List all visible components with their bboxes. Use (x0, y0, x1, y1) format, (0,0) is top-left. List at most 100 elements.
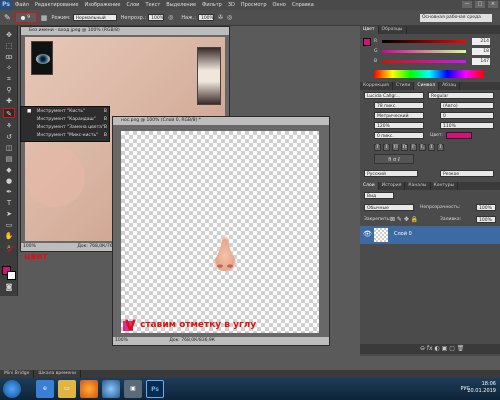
ie-icon[interactable]: e (36, 380, 54, 398)
green-value[interactable]: 18 (472, 48, 490, 55)
opentype-fi-icon[interactable]: fi σ ℓ (374, 154, 414, 164)
lasso-tool-icon[interactable]: ꝏ (3, 52, 15, 62)
gradient-tool-icon[interactable]: ▤ (3, 154, 15, 164)
fill-field[interactable]: 100% (476, 216, 496, 223)
menu-layers[interactable]: Слои (126, 2, 139, 8)
maximize-button[interactable]: □ (475, 1, 485, 8)
red-value[interactable]: 214 (472, 38, 490, 45)
blur-tool-icon[interactable]: ◆ (3, 165, 15, 175)
menu-text[interactable]: Текст (145, 2, 160, 8)
green-bar[interactable] (382, 50, 466, 53)
green-slider[interactable]: G 18 (374, 48, 494, 55)
eyedropper-tool-icon[interactable]: ⚲ (3, 85, 15, 95)
baseline-field[interactable]: 0 пикс. (374, 132, 424, 139)
faux-bold-button[interactable]: T (374, 144, 381, 151)
pen-tool-icon[interactable]: ✒ (3, 187, 15, 197)
workspace-select[interactable]: Основная рабочая среда (420, 14, 492, 22)
tab-paths[interactable]: Контуры (431, 182, 459, 190)
start-button[interactable] (3, 380, 21, 398)
document-tab-nose[interactable]: нос.png @ 100% (Слой 0, RGB/8) * (113, 117, 329, 125)
tab-history[interactable]: История (379, 182, 406, 190)
font-style-select[interactable]: Regular (428, 92, 494, 99)
dodge-tool-icon[interactable]: ● (3, 176, 15, 186)
layer-filter-select[interactable]: Вид (364, 192, 394, 199)
pressure-opacity-icon[interactable]: ◎ (168, 14, 173, 21)
flyout-item-brush[interactable]: ■ Инструмент "Кисть" B (25, 108, 109, 116)
tab-mini-bridge[interactable]: Mini Bridge (0, 370, 35, 378)
quick-select-tool-icon[interactable]: ✧ (3, 63, 15, 73)
airbrush-icon[interactable]: ✇ (218, 14, 223, 21)
font-family-select[interactable]: Lucida Callgr... (364, 92, 424, 99)
eye-visibility-icon[interactable]: 👁 (363, 230, 372, 238)
menu-select[interactable]: Выделение (166, 2, 196, 8)
layer-row[interactable]: 👁 Слой 0 (360, 226, 500, 244)
tab-styles[interactable]: Стили (393, 82, 415, 90)
faux-italic-button[interactable]: T (383, 144, 390, 151)
kerning-field[interactable]: Метрический (374, 112, 424, 119)
blue-slider[interactable]: B 147 (374, 58, 494, 65)
flyout-item-mixer-brush[interactable]: Инструмент "Микс-кисть" B (25, 132, 109, 140)
tab-timeline[interactable]: Шкала времени (34, 370, 82, 378)
blue-bar[interactable] (382, 60, 466, 63)
blend-mode-select[interactable]: Обычные (364, 204, 414, 211)
language-select[interactable]: Русский (364, 170, 418, 177)
opacity-field[interactable]: 100% (148, 14, 165, 21)
healing-tool-icon[interactable]: ✚ (3, 96, 15, 106)
zoom-level[interactable]: 100% (115, 338, 128, 343)
color-spectrum[interactable] (374, 70, 484, 78)
layer-actions-icon[interactable]: ⊖ fx ◐ ▣ ▢ 🗑 (420, 345, 464, 352)
flyout-item-pencil[interactable]: Инструмент "Карандаш" B (25, 116, 109, 124)
small-caps-button[interactable]: Tt (401, 144, 408, 151)
subscript-button[interactable]: T, (419, 144, 426, 151)
quick-mask-icon[interactable]: ◙ (3, 282, 15, 292)
font-size-field[interactable]: 78 пикс. (374, 102, 424, 109)
move-tool-icon[interactable]: ✥ (3, 30, 15, 40)
path-select-tool-icon[interactable]: ➤ (3, 209, 15, 219)
minimize-button[interactable]: — (462, 1, 472, 8)
tab-swatches[interactable]: Образцы (379, 26, 407, 34)
red-bar[interactable] (382, 40, 466, 43)
tab-color[interactable]: Цвет (360, 26, 379, 34)
superscript-button[interactable]: T' (410, 144, 417, 151)
tab-character[interactable]: Символ (414, 82, 440, 90)
tracking-field[interactable]: 0 (440, 112, 494, 119)
history-brush-tool-icon[interactable]: ↺ (3, 132, 15, 142)
leading-field[interactable]: (Авто) (440, 102, 494, 109)
hand-tool-icon[interactable]: ✋ (3, 231, 15, 241)
blue-value[interactable]: 147 (472, 58, 490, 65)
menu-help[interactable]: Справка (292, 2, 314, 8)
system-clock[interactable]: 18:06 20.01.2019 (467, 381, 496, 395)
color-panel-fg-swatch[interactable] (363, 38, 371, 46)
menu-image[interactable]: Изображение (84, 2, 120, 8)
media-icon[interactable] (102, 380, 120, 398)
strikethrough-button[interactable]: T (437, 144, 444, 151)
marquee-tool-icon[interactable]: ⬚ (3, 41, 15, 51)
menu-window[interactable]: Окно (273, 2, 286, 8)
brush-size-picker[interactable]: 9 (14, 12, 37, 23)
crop-tool-icon[interactable]: ⌗ (3, 74, 15, 84)
tab-paragraph[interactable]: Абзац (439, 82, 461, 90)
firefox-icon[interactable] (80, 380, 98, 398)
background-color-swatch[interactable] (7, 271, 16, 280)
text-color-swatch[interactable] (446, 132, 472, 139)
shape-tool-icon[interactable]: ▭ (3, 220, 15, 230)
eraser-tool-icon[interactable]: ◫ (3, 143, 15, 153)
tab-layers[interactable]: Слои (360, 182, 379, 190)
document-window-nose[interactable]: нос.png @ 100% (Слой 0, RGB/8) * 100% До… (112, 116, 330, 346)
all-caps-button[interactable]: TT (392, 144, 399, 151)
zoom-level[interactable]: 100% (23, 244, 36, 249)
nose-canvas[interactable] (121, 131, 319, 333)
menu-view[interactable]: Просмотр (241, 2, 267, 8)
clone-stamp-tool-icon[interactable]: ⚘ (3, 121, 15, 131)
vertical-scale-field[interactable]: 120% (374, 122, 424, 129)
flow-field[interactable]: 100% (197, 14, 214, 21)
tab-channels[interactable]: Каналы (405, 182, 431, 190)
layer-opacity-field[interactable]: 100% (476, 204, 496, 211)
flyout-item-color-replace[interactable]: Инструмент "Замена цвета" B (25, 124, 109, 132)
pressure-size-icon[interactable]: ◎ (227, 14, 232, 21)
menu-edit[interactable]: Редактирование (35, 2, 79, 8)
underline-button[interactable]: T (428, 144, 435, 151)
menu-3d[interactable]: 3D (228, 2, 235, 8)
layer-name[interactable]: Слой 0 (394, 231, 412, 237)
document-tab-face[interactable]: Без имени - вход.jpeg @ 100% (RGB/8) (21, 27, 229, 35)
